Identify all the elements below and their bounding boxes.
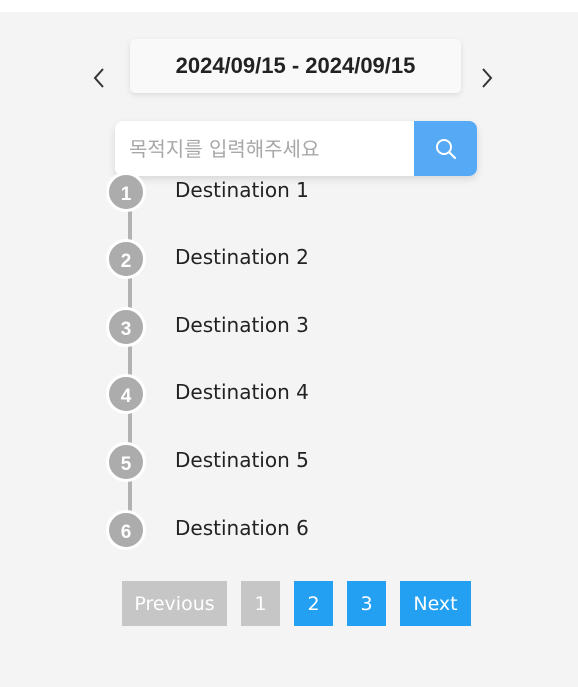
destination-number-badge: 1 xyxy=(106,172,146,212)
destination-item[interactable]: 5 Destination 5 xyxy=(0,442,578,482)
destination-number-badge: 4 xyxy=(106,374,146,414)
planner-panel: 2024/09/15 - 2024/09/15 1 Destination 1 … xyxy=(0,12,578,687)
destination-number-badge: 5 xyxy=(106,442,146,482)
pagination: Previous 1 2 3 Next xyxy=(122,581,471,626)
destination-label: Destination 3 xyxy=(175,313,309,337)
page-button-3[interactable]: 3 xyxy=(347,581,386,626)
destination-label: Destination 1 xyxy=(175,178,309,202)
destination-item[interactable]: 1 Destination 1 xyxy=(0,172,578,212)
page-button-2[interactable]: 2 xyxy=(294,581,333,626)
destination-item[interactable]: 3 Destination 3 xyxy=(0,307,578,347)
destination-item[interactable]: 2 Destination 2 xyxy=(0,239,578,279)
destination-item[interactable]: 6 Destination 6 xyxy=(0,510,578,550)
destination-label: Destination 6 xyxy=(175,516,309,540)
destination-number-badge: 2 xyxy=(106,239,146,279)
next-page-button[interactable]: Next xyxy=(400,581,471,626)
destination-number-badge: 6 xyxy=(106,510,146,550)
destination-number-badge: 3 xyxy=(106,307,146,347)
destination-label: Destination 5 xyxy=(175,448,309,472)
destination-label: Destination 2 xyxy=(175,245,309,269)
destination-label: Destination 4 xyxy=(175,380,309,404)
destination-item[interactable]: 4 Destination 4 xyxy=(0,374,578,414)
page-button-1[interactable]: 1 xyxy=(241,581,280,626)
previous-page-button[interactable]: Previous xyxy=(122,581,227,626)
destination-timeline: 1 Destination 1 2 Destination 2 3 Destin… xyxy=(0,12,578,572)
